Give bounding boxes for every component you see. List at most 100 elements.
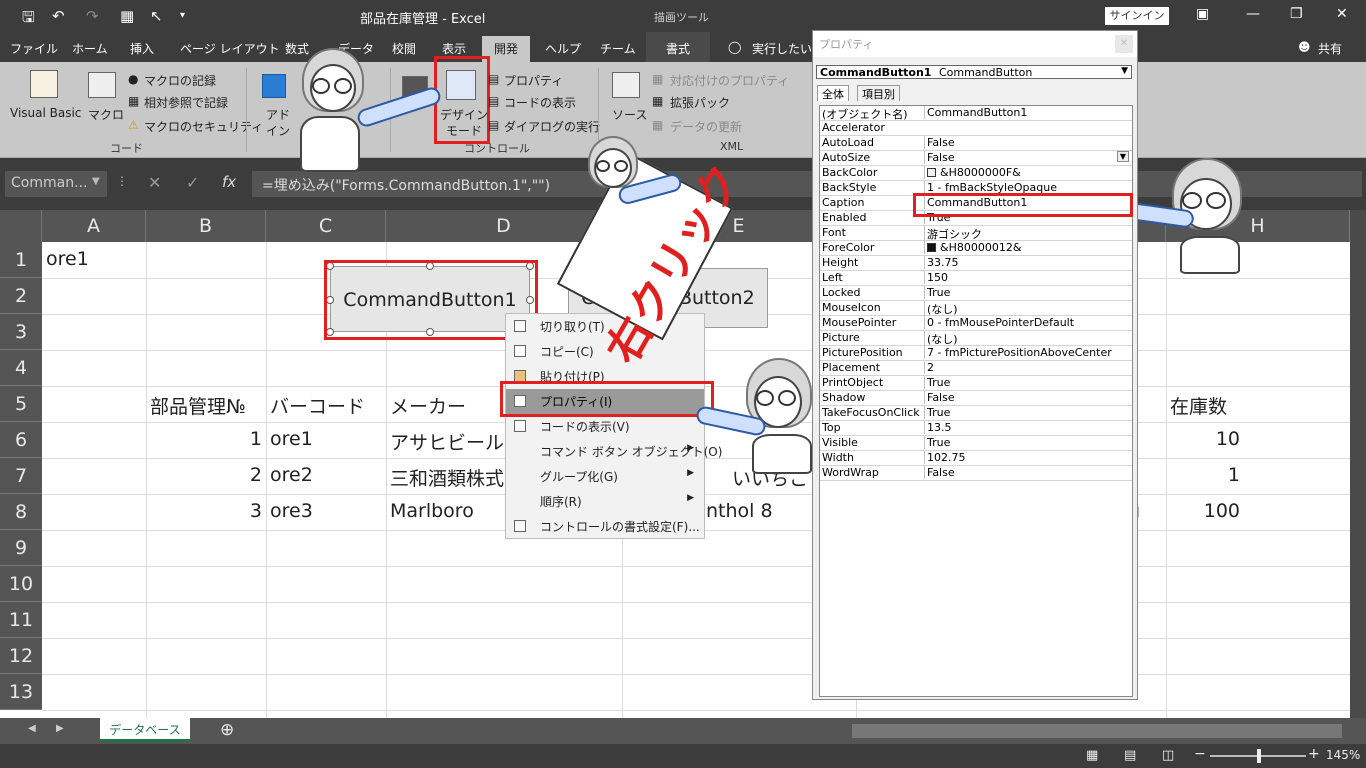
cell-a1[interactable]: ore1 <box>46 248 89 270</box>
property-row[interactable]: Left 150 <box>820 271 1132 286</box>
save-icon[interactable]: 🖫 <box>22 7 35 32</box>
property-value[interactable]: 2 <box>924 361 1132 374</box>
scroll-left-icon[interactable]: ◀ <box>28 723 36 734</box>
row-header[interactable]: 10 <box>0 566 42 602</box>
property-row[interactable]: TakeFocusOnClick True <box>820 406 1132 421</box>
normal-view-icon[interactable]: ▦ <box>1086 748 1098 763</box>
row-header[interactable]: 11 <box>0 602 42 638</box>
select-all-corner[interactable] <box>0 210 42 242</box>
property-row[interactable]: Width 102.75 <box>820 451 1132 466</box>
property-value[interactable]: True <box>924 436 1132 449</box>
row-header[interactable]: 3 <box>0 314 42 350</box>
redo-icon[interactable]: ↷ <box>86 7 99 25</box>
undo-icon[interactable]: ↶ <box>52 7 65 25</box>
property-value[interactable]: &H8000000F& <box>924 166 1132 179</box>
cell-d8[interactable]: Marlboro <box>390 500 474 522</box>
zoom-out-icon[interactable]: − <box>1194 746 1206 762</box>
property-row[interactable]: BackColor &H8000000F& <box>820 166 1132 181</box>
menu-item-group[interactable]: グループ化(G) ▶ <box>506 464 704 489</box>
property-row[interactable]: PicturePosition 7 - fmPicturePositionAbov… <box>820 346 1132 361</box>
property-row[interactable]: Height 33.75 <box>820 256 1132 271</box>
cell-c8[interactable]: ore3 <box>270 500 313 522</box>
tab-alphabetic[interactable]: 全体 <box>817 85 849 101</box>
cell-b8[interactable]: 3 <box>150 500 262 522</box>
property-row[interactable]: Locked True <box>820 286 1132 301</box>
menu-item-button-object[interactable]: コマンド ボタン オブジェクト(O) ▶ <box>506 439 722 464</box>
cell-h6[interactable]: 10 <box>1170 428 1240 450</box>
record-macro-button[interactable]: マクロの記録 <box>144 72 216 89</box>
row-header[interactable]: 9 <box>0 530 42 566</box>
object-selector[interactable]: CommandButton1 CommandButton ▼ <box>816 65 1132 79</box>
tab-format[interactable]: 書式 <box>646 32 711 62</box>
property-row[interactable]: Accelerator <box>820 121 1132 136</box>
restore-icon[interactable]: ❐ <box>1290 6 1303 22</box>
tab-help[interactable]: ヘルプ <box>545 40 581 57</box>
property-value[interactable]: 33.75 <box>924 256 1132 269</box>
property-row[interactable]: (オブジェクト名) CommandButton1 <box>820 106 1132 121</box>
confirm-entry-icon[interactable]: ✓ <box>186 173 199 192</box>
source-button[interactable]: ソース <box>612 106 647 123</box>
menu-item-order[interactable]: 順序(R) ▶ <box>506 489 704 514</box>
cell-b6[interactable]: 1 <box>150 428 262 450</box>
addin-button-line1[interactable]: アド <box>266 106 290 123</box>
property-value[interactable]: True <box>924 286 1132 299</box>
vertical-scrollbar[interactable] <box>1350 210 1366 718</box>
property-row[interactable]: MouseIcon (なし) <box>820 301 1132 317</box>
property-value[interactable]: False <box>924 391 1132 404</box>
property-row[interactable]: Placement 2 <box>820 361 1132 376</box>
horizontal-scrollbar[interactable] <box>852 724 1342 738</box>
expansion-packs-button[interactable]: 拡張パック <box>670 94 730 111</box>
cancel-entry-icon[interactable]: ✕ <box>148 173 161 192</box>
property-value[interactable]: 102.75 <box>924 451 1132 464</box>
cell-d6[interactable]: アサヒビール <box>390 428 504 455</box>
print-preview-icon[interactable]: ▦ <box>120 7 134 25</box>
row-header[interactable]: 6 <box>0 422 42 458</box>
property-value[interactable]: CommandButton1 <box>924 106 1132 119</box>
cell-b7[interactable]: 2 <box>150 464 262 486</box>
property-value[interactable]: True <box>924 406 1132 419</box>
column-header-a[interactable]: A <box>42 210 146 242</box>
cell-d7[interactable]: 三和酒類株式 <box>390 464 504 491</box>
property-value[interactable]: 150 <box>924 271 1132 284</box>
share-button[interactable]: 共有 <box>1318 40 1342 57</box>
property-row[interactable]: MousePointer 0 - fmMousePointerDefault <box>820 316 1132 331</box>
chevron-down-icon[interactable]: ▼ <box>1121 66 1128 76</box>
scroll-right-icon[interactable]: ▶ <box>56 723 64 734</box>
property-value[interactable]: False <box>924 136 1132 149</box>
close-icon[interactable]: ✕ <box>1336 6 1348 22</box>
row-header[interactable]: 13 <box>0 674 42 710</box>
property-row[interactable]: Top 13.5 <box>820 421 1132 436</box>
property-value[interactable]: (なし) <box>924 301 1132 317</box>
property-value[interactable]: False <box>924 151 1132 164</box>
refresh-data-button[interactable]: データの更新 <box>670 118 742 135</box>
property-row[interactable]: Visible True <box>820 436 1132 451</box>
tab-page-layout[interactable]: ページ レイアウト <box>180 40 280 57</box>
page-break-view-icon[interactable]: ◫ <box>1162 748 1174 763</box>
cell-h5[interactable]: 在庫数 <box>1170 392 1227 419</box>
cell-b5[interactable]: 部品管理№ <box>150 392 246 419</box>
row-header[interactable]: 2 <box>0 278 42 314</box>
row-header[interactable]: 1 <box>0 242 42 278</box>
row-header[interactable]: 12 <box>0 638 42 674</box>
tell-me-search[interactable]: 実行したい作業を入力してください <box>752 40 812 57</box>
tab-insert[interactable]: 挿入 <box>130 40 154 57</box>
zoom-in-icon[interactable]: + <box>1308 746 1320 762</box>
property-row[interactable]: ForeColor &H80000012& <box>820 241 1132 256</box>
properties-ribbon-button[interactable]: プロパティ <box>504 72 563 89</box>
property-row[interactable]: AutoLoad False <box>820 136 1132 151</box>
property-row[interactable]: Font 游ゴシック <box>820 226 1132 242</box>
cell-c6[interactable]: ore1 <box>270 428 313 450</box>
name-box-dropdown-icon[interactable]: ▼ <box>92 176 100 187</box>
share-icon[interactable]: ☻ <box>1298 40 1311 54</box>
cell-h8[interactable]: 100 <box>1170 500 1240 522</box>
insert-function-icon[interactable]: fx <box>222 173 236 191</box>
cell-e8[interactable]: nthol 8 <box>706 500 773 522</box>
menu-item-view-code[interactable]: コードの表示(V) <box>506 414 704 439</box>
property-value[interactable]: 游ゴシック <box>924 226 1132 242</box>
property-value[interactable]: True <box>924 376 1132 389</box>
add-sheet-icon[interactable]: ⊕ <box>220 720 234 740</box>
cell-d5[interactable]: メーカー <box>390 392 466 419</box>
zoom-level[interactable]: 145% <box>1326 748 1360 762</box>
property-row[interactable]: Shadow False <box>820 391 1132 406</box>
property-value[interactable]: False <box>924 466 1132 479</box>
